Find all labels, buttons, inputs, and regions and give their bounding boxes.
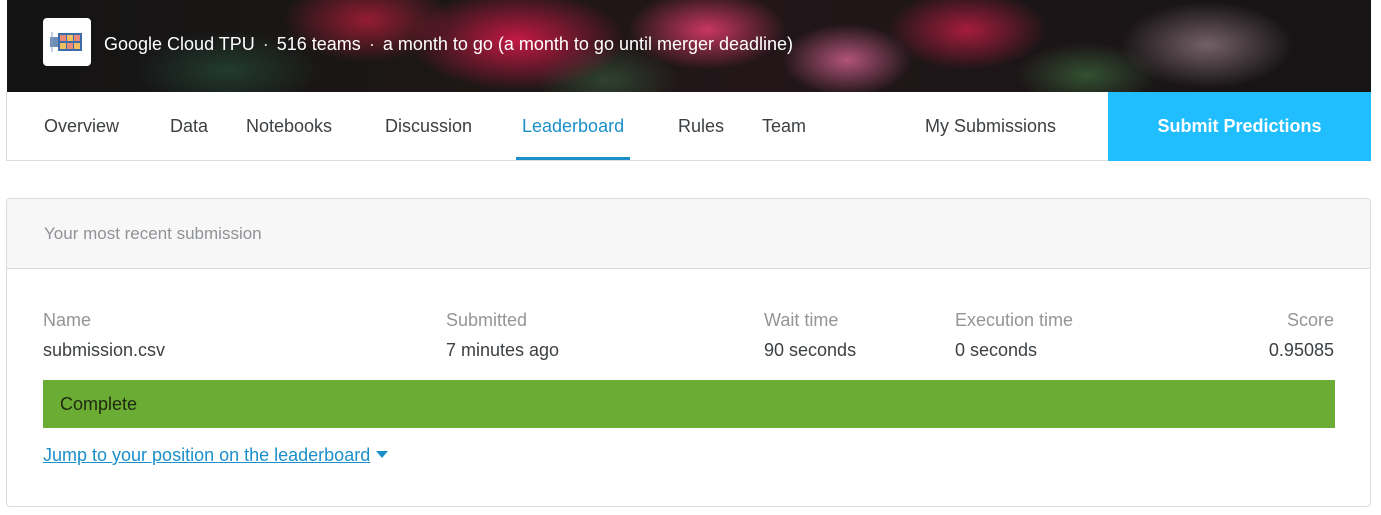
- status-complete-bar: Complete: [43, 380, 1335, 428]
- submitted-label: Submitted: [446, 310, 528, 330]
- tpu-chip-icon[interactable]: [43, 18, 91, 66]
- separator-dot: ·: [262, 34, 269, 54]
- card-header: Your most recent submission: [7, 199, 1370, 269]
- jump-link-text: Jump to your position on the leaderboard: [43, 445, 371, 465]
- jump-to-position-link[interactable]: Jump to your position on the leaderboard: [43, 443, 389, 467]
- submitted-value: 7 minutes ago: [446, 340, 560, 360]
- tab-leaderboard[interactable]: Leaderboard: [515, 92, 631, 160]
- wait-time-value: 90 seconds: [764, 340, 857, 360]
- tab-team[interactable]: Team: [762, 92, 806, 160]
- tab-notebooks[interactable]: Notebooks: [246, 92, 332, 160]
- col-submitted: Submitted 7 minutes ago: [446, 309, 559, 361]
- deadline-text: a month to go (a month to go until merge…: [382, 34, 794, 54]
- tab-discussion[interactable]: Discussion: [385, 92, 472, 160]
- col-score: Score 0.95085: [1269, 309, 1334, 361]
- competition-name[interactable]: Google Cloud TPU: [104, 34, 255, 54]
- separator-dot: ·: [368, 34, 375, 54]
- competition-banner: Google Cloud TPU · 516 teams · a month to go…: [7, 0, 1371, 92]
- team-count[interactable]: 516 teams: [277, 34, 361, 54]
- my-submissions-link[interactable]: My Submissions: [925, 92, 1056, 160]
- col-name: Name submission.csv: [43, 309, 165, 361]
- score-value: 0.95085: [1268, 340, 1334, 360]
- score-label: Score: [1286, 310, 1334, 330]
- name-label: Name: [43, 310, 92, 330]
- tab-data[interactable]: Data: [170, 92, 208, 160]
- wait-time-label: Wait time: [764, 310, 839, 330]
- name-value: submission.csv: [43, 340, 166, 360]
- execution-time-label: Execution time: [955, 310, 1074, 330]
- competition-info: Google Cloud TPU · 516 teams · a month to go…: [104, 32, 793, 56]
- execution-time-value: 0 seconds: [955, 340, 1038, 360]
- tab-overview[interactable]: Overview: [44, 92, 119, 160]
- col-wait-time: Wait time 90 seconds: [764, 309, 856, 361]
- recent-submission-card: Your most recent submission Name submiss…: [6, 198, 1371, 507]
- col-execution-time: Execution time 0 seconds: [955, 309, 1073, 361]
- submit-predictions-button[interactable]: Submit Predictions: [1108, 92, 1371, 161]
- tab-rules[interactable]: Rules: [678, 92, 724, 160]
- competition-nav: Overview Data Notebooks Discussion Leade…: [6, 92, 1371, 161]
- caret-down-icon: [376, 451, 389, 458]
